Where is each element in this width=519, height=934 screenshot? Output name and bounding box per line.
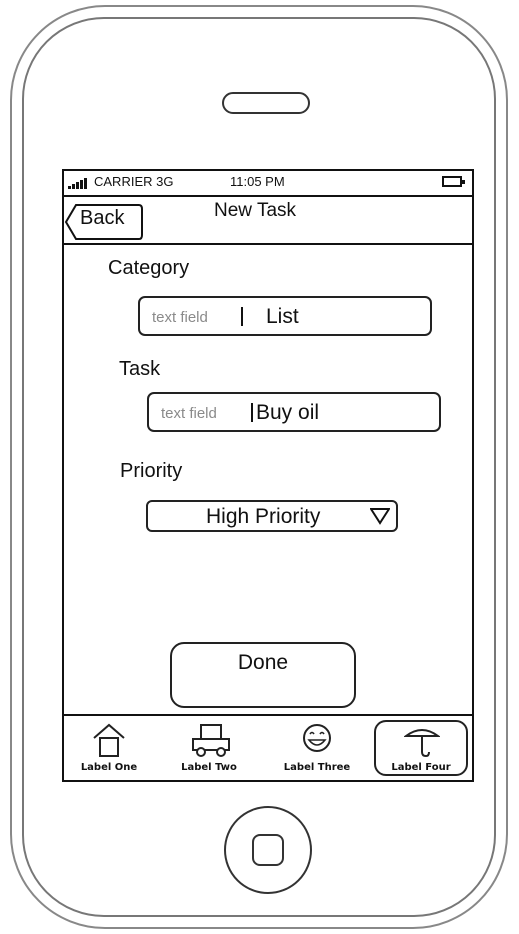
text-caret: [251, 403, 253, 422]
category-label: Category: [108, 257, 190, 279]
carrier-label: CARRIER 3G: [94, 174, 174, 189]
home-button-square-icon: [252, 834, 284, 866]
smiley-icon: [303, 724, 331, 752]
speaker-grille: [222, 92, 310, 114]
status-bar: CARRIER 3G 11:05 PM: [64, 171, 472, 195]
tab-label-three[interactable]: Label Three: [272, 716, 362, 780]
category-placeholder: text field: [152, 309, 208, 326]
category-value: List: [266, 305, 299, 328]
tab-label: Label Two: [181, 762, 237, 773]
tab-label: Label One: [80, 762, 138, 773]
category-field[interactable]: text field List: [138, 296, 432, 336]
done-button[interactable]: Done: [170, 642, 356, 708]
tab-label: Label Four: [391, 762, 451, 773]
car-icon: [192, 724, 230, 757]
clock-time: 11:05 PM: [230, 174, 285, 189]
battery-icon: [442, 176, 465, 187]
task-label: Task: [119, 358, 161, 380]
priority-label: Priority: [120, 460, 183, 482]
tab-label: Label Three: [283, 762, 351, 773]
tab-label-one[interactable]: Label One: [64, 716, 154, 780]
done-button-label: Done: [237, 651, 289, 674]
priority-selected-value: High Priority: [206, 505, 321, 528]
tab-bar: Label One Label Two Label Three Label Fo…: [64, 714, 472, 780]
tab-label-two[interactable]: Label Two: [164, 716, 254, 780]
task-value: Buy oil: [256, 401, 320, 424]
tab-label-four[interactable]: Label Four: [374, 720, 468, 776]
signal-strength-icon: [68, 178, 87, 189]
priority-dropdown[interactable]: High Priority: [146, 500, 398, 532]
house-icon: [93, 723, 125, 757]
page-title: New Task: [214, 200, 297, 221]
text-caret: [241, 307, 243, 326]
navigation-bar: Back New Task: [64, 195, 472, 245]
task-field[interactable]: text field Buy oil: [147, 392, 441, 432]
back-button-label: Back: [80, 207, 125, 229]
task-placeholder: text field: [161, 405, 217, 422]
dropdown-arrow-icon: [370, 508, 390, 525]
umbrella-icon: [404, 729, 440, 758]
